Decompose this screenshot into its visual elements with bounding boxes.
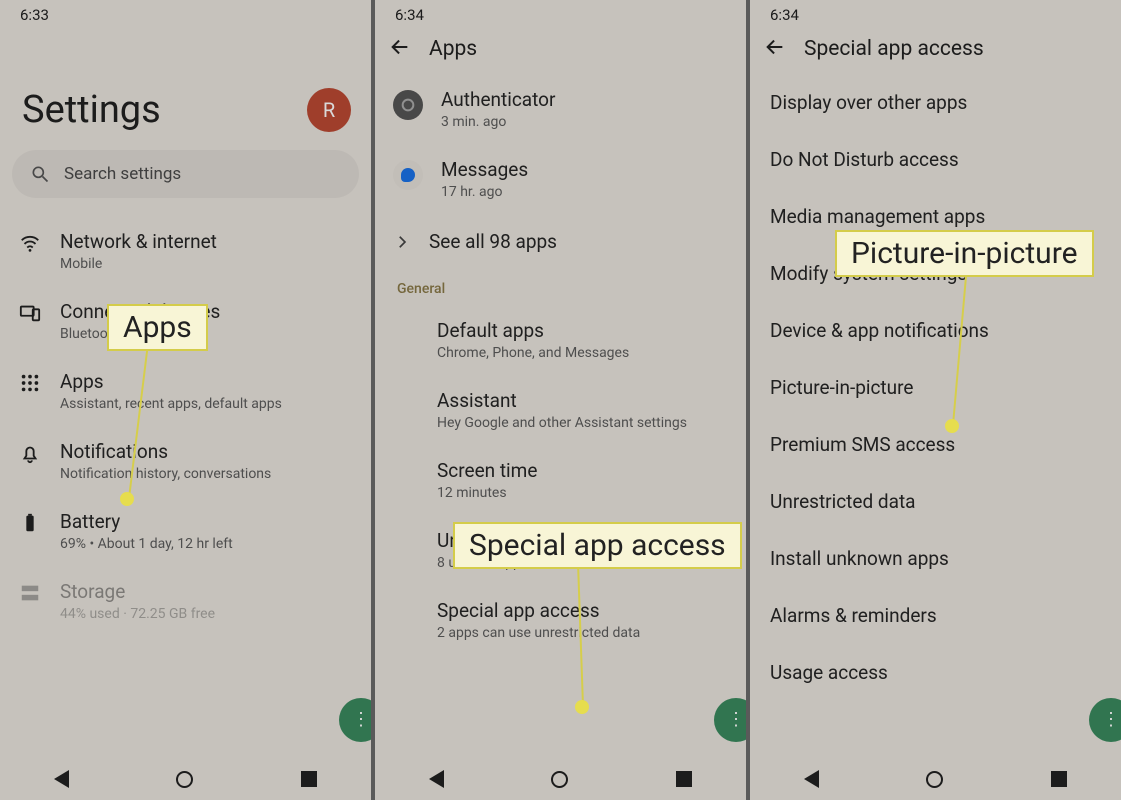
clock: 6:34 <box>395 6 424 24</box>
nav-recent-icon[interactable] <box>301 771 317 787</box>
nav-back-icon[interactable] <box>429 770 444 788</box>
fab-button[interactable]: ⋮ <box>1089 698 1121 742</box>
settings-item-storage[interactable]: Storage 44% used · 72.25 GB free <box>0 566 371 636</box>
storage-icon <box>18 582 42 604</box>
general-screen-time[interactable]: Screen time 12 minutes <box>375 445 746 515</box>
item-media-management[interactable]: Media management apps <box>750 188 1121 245</box>
wifi-icon <box>18 232 42 254</box>
item-premium-sms[interactable]: Premium SMS access <box>750 416 1121 473</box>
general-assistant[interactable]: Assistant Hey Google and other Assistant… <box>375 375 746 445</box>
fab-button[interactable]: ⋮ <box>714 698 746 742</box>
general-unused-apps[interactable]: Unused apps 8 unused apps <box>375 515 746 585</box>
search-icon <box>30 164 50 184</box>
settings-item-apps[interactable]: Apps Assistant, recent apps, default app… <box>0 356 371 426</box>
battery-icon <box>18 512 42 534</box>
clock: 6:34 <box>770 6 799 24</box>
page-title: Special app access <box>804 37 984 61</box>
nav-recent-icon[interactable] <box>676 771 692 787</box>
settings-item-connected[interactable]: Connected devices Bluetooth, pairing <box>0 286 371 356</box>
android-navbar <box>0 758 371 800</box>
authenticator-icon <box>393 90 423 120</box>
page-title: Settings <box>22 88 161 132</box>
settings-item-notifications[interactable]: Notifications Notification history, conv… <box>0 426 371 496</box>
nav-home-icon[interactable] <box>926 771 943 788</box>
panel-settings: 6:33 Settings R Search settings Network … <box>0 0 371 800</box>
panel-special-access: 6:34 Special app access Display over oth… <box>750 0 1121 800</box>
item-title: Network & internet <box>60 230 217 253</box>
recent-app-messages[interactable]: Messages 17 hr. ago <box>375 144 746 214</box>
bell-icon <box>18 442 42 464</box>
search-settings[interactable]: Search settings <box>12 150 359 198</box>
devices-icon <box>18 302 42 324</box>
apps-icon <box>18 372 42 394</box>
nav-home-icon[interactable] <box>176 771 193 788</box>
item-usage-access[interactable]: Usage access <box>750 644 1121 701</box>
chevron-right-icon <box>393 233 411 251</box>
recent-app-authenticator[interactable]: Authenticator 3 min. ago <box>375 74 746 144</box>
profile-avatar[interactable]: R <box>307 88 351 132</box>
search-placeholder: Search settings <box>64 164 181 184</box>
general-default-apps[interactable]: Default apps Chrome, Phone, and Messages <box>375 305 746 375</box>
item-device-app-notifications[interactable]: Device & app notifications <box>750 302 1121 359</box>
clock: 6:33 <box>20 6 49 24</box>
item-display-over[interactable]: Display over other apps <box>750 74 1121 131</box>
panel-apps: 6:34 Apps Authenticator 3 min. ago <box>375 0 746 800</box>
item-modify-system[interactable]: Modify system settings <box>750 245 1121 302</box>
item-install-unknown[interactable]: Install unknown apps <box>750 530 1121 587</box>
section-general: General <box>375 269 746 301</box>
status-bar: 6:33 <box>0 0 371 28</box>
item-picture-in-picture[interactable]: Picture-in-picture <box>750 359 1121 416</box>
fab-button[interactable]: ⋮ <box>339 698 371 742</box>
settings-item-battery[interactable]: Battery 69% • About 1 day, 12 hr left <box>0 496 371 566</box>
back-button[interactable] <box>389 36 411 62</box>
nav-back-icon[interactable] <box>54 770 69 788</box>
nav-home-icon[interactable] <box>551 771 568 788</box>
settings-item-network[interactable]: Network & internet Mobile <box>0 216 371 286</box>
nav-recent-icon[interactable] <box>1051 771 1067 787</box>
back-button[interactable] <box>764 36 786 62</box>
item-subtitle: Mobile <box>60 256 217 272</box>
item-dnd-access[interactable]: Do Not Disturb access <box>750 131 1121 188</box>
nav-back-icon[interactable] <box>804 770 819 788</box>
page-title: Apps <box>429 37 477 61</box>
see-all-apps[interactable]: See all 98 apps <box>375 214 746 269</box>
item-unrestricted-data[interactable]: Unrestricted data <box>750 473 1121 530</box>
item-alarms-reminders[interactable]: Alarms & reminders <box>750 587 1121 644</box>
general-special-app-access[interactable]: Special app access 2 apps can use unrest… <box>375 585 746 655</box>
messages-icon <box>393 160 423 190</box>
